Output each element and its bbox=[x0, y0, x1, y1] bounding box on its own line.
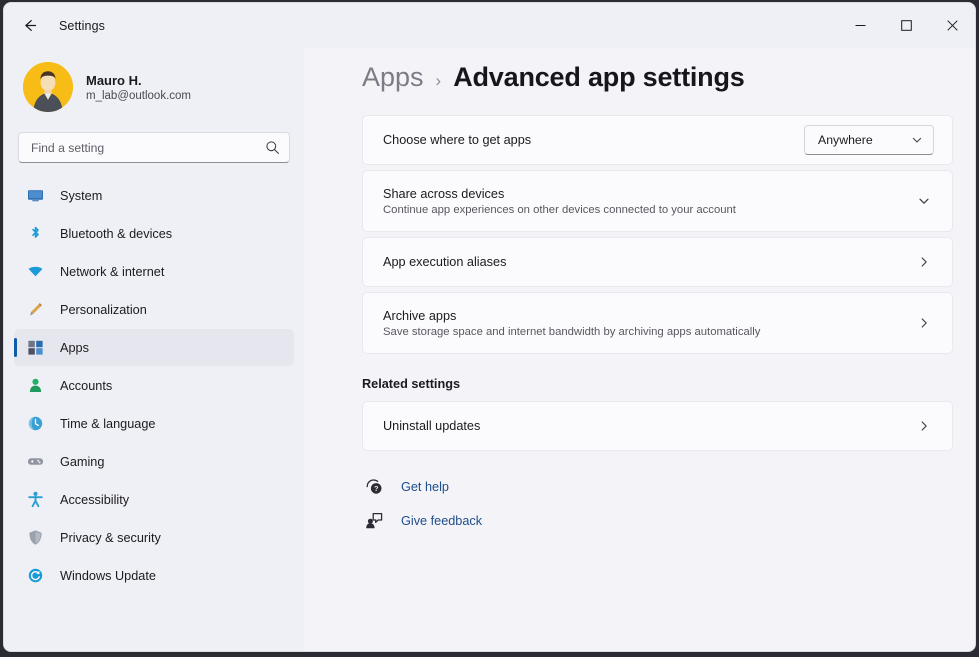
chevron-down-icon bbox=[911, 134, 923, 146]
account-name: Mauro H. bbox=[86, 73, 191, 88]
update-refresh-icon bbox=[26, 567, 44, 585]
dropdown-value: Anywhere bbox=[818, 133, 873, 147]
breadcrumb: Apps › Advanced app settings bbox=[362, 48, 953, 115]
chevron-right-icon[interactable] bbox=[914, 255, 934, 269]
sidebar-item-label: System bbox=[60, 189, 102, 203]
window-body: Mauro H. m_lab@outlook.com bbox=[4, 48, 975, 651]
sidebar-item-label: Privacy & security bbox=[60, 531, 161, 545]
get-apps-source-dropdown[interactable]: Anywhere bbox=[804, 125, 934, 155]
sidebar-item-time-language[interactable]: Time & language bbox=[14, 405, 294, 442]
account-email: m_lab@outlook.com bbox=[86, 90, 191, 102]
sidebar-item-label: Accessibility bbox=[60, 493, 129, 507]
minimize-icon bbox=[855, 20, 866, 31]
sidebar-item-bluetooth-devices[interactable]: Bluetooth & devices bbox=[14, 215, 294, 252]
main-content: Apps › Advanced app settings Choose wher… bbox=[304, 48, 975, 651]
sidebar-item-personalization[interactable]: Personalization bbox=[14, 291, 294, 328]
chevron-right-icon[interactable] bbox=[914, 316, 934, 330]
account-tile[interactable]: Mauro H. m_lab@outlook.com bbox=[14, 52, 294, 122]
back-arrow-icon bbox=[21, 17, 38, 34]
window-title: Settings bbox=[59, 19, 105, 33]
setting-subtitle: Continue app experiences on other device… bbox=[383, 204, 914, 216]
account-text: Mauro H. m_lab@outlook.com bbox=[86, 73, 191, 102]
apps-grid-icon bbox=[26, 339, 44, 357]
give-feedback-link[interactable]: Give feedback bbox=[362, 511, 953, 531]
setting-title: Uninstall updates bbox=[383, 419, 914, 433]
setting-title: Choose where to get apps bbox=[383, 133, 804, 147]
close-icon bbox=[947, 20, 958, 31]
setting-row-text: Archive apps Save storage space and inte… bbox=[383, 309, 914, 338]
paintbrush-icon bbox=[26, 301, 44, 319]
related-settings-heading: Related settings bbox=[362, 377, 953, 391]
setting-row-uninstall-updates[interactable]: Uninstall updates bbox=[362, 401, 953, 451]
sidebar-item-privacy-security[interactable]: Privacy & security bbox=[14, 519, 294, 556]
sidebar-item-windows-update[interactable]: Windows Update bbox=[14, 557, 294, 594]
setting-row-text: Share across devices Continue app experi… bbox=[383, 187, 914, 216]
shield-icon bbox=[26, 529, 44, 547]
sidebar-item-label: Windows Update bbox=[60, 569, 156, 583]
title-bar: Settings bbox=[4, 3, 975, 48]
minimize-button[interactable] bbox=[837, 3, 883, 48]
window-controls bbox=[837, 3, 975, 48]
help-question-icon: ? bbox=[364, 477, 384, 497]
setting-row-text: Choose where to get apps bbox=[383, 133, 804, 147]
search-input[interactable] bbox=[31, 141, 265, 155]
monitor-icon bbox=[26, 187, 44, 205]
chevron-down-icon[interactable] bbox=[914, 194, 934, 208]
sidebar: Mauro H. m_lab@outlook.com bbox=[4, 48, 304, 651]
navigation-list: System Bluetooth & devices bbox=[14, 177, 294, 594]
svg-text:?: ? bbox=[374, 484, 379, 493]
sidebar-item-system[interactable]: System bbox=[14, 177, 294, 214]
setting-row-text: Uninstall updates bbox=[383, 419, 914, 433]
footer-links: ? Get help Give feedback bbox=[362, 477, 953, 531]
link-label: Give feedback bbox=[401, 514, 482, 528]
breadcrumb-parent-link[interactable]: Apps bbox=[362, 62, 424, 93]
bluetooth-icon bbox=[26, 225, 44, 243]
sidebar-item-label: Time & language bbox=[60, 417, 155, 431]
sidebar-item-gaming[interactable]: Gaming bbox=[14, 443, 294, 480]
sidebar-item-apps[interactable]: Apps bbox=[14, 329, 294, 366]
setting-title: Archive apps bbox=[383, 309, 914, 323]
search-icon bbox=[265, 140, 280, 155]
wifi-icon bbox=[26, 263, 44, 281]
page-title: Advanced app settings bbox=[453, 62, 744, 93]
sidebar-item-network-internet[interactable]: Network & internet bbox=[14, 253, 294, 290]
setting-title: App execution aliases bbox=[383, 255, 914, 269]
sidebar-item-accounts[interactable]: Accounts bbox=[14, 367, 294, 404]
chevron-right-icon[interactable] bbox=[914, 419, 934, 433]
clock-globe-icon bbox=[26, 415, 44, 433]
setting-row-archive-apps[interactable]: Archive apps Save storage space and inte… bbox=[362, 292, 953, 354]
breadcrumb-separator-icon: › bbox=[436, 71, 442, 91]
close-button[interactable] bbox=[929, 3, 975, 48]
settings-window: Settings bbox=[3, 2, 976, 652]
sidebar-item-label: Personalization bbox=[60, 303, 147, 317]
sidebar-item-label: Apps bbox=[60, 341, 89, 355]
sidebar-item-accessibility[interactable]: Accessibility bbox=[14, 481, 294, 518]
sidebar-item-label: Network & internet bbox=[60, 265, 164, 279]
sidebar-item-label: Bluetooth & devices bbox=[60, 227, 172, 241]
maximize-button[interactable] bbox=[883, 3, 929, 48]
setting-row-app-execution-aliases[interactable]: App execution aliases bbox=[362, 237, 953, 287]
setting-row-choose-where-to-get-apps[interactable]: Choose where to get apps Anywhere bbox=[362, 115, 953, 165]
link-label: Get help bbox=[401, 480, 449, 494]
setting-row-share-across-devices[interactable]: Share across devices Continue app experi… bbox=[362, 170, 953, 232]
get-help-link[interactable]: ? Get help bbox=[362, 477, 953, 497]
setting-title: Share across devices bbox=[383, 187, 914, 201]
feedback-person-icon bbox=[364, 511, 384, 531]
sidebar-item-label: Accounts bbox=[60, 379, 112, 393]
setting-subtitle: Save storage space and internet bandwidt… bbox=[383, 326, 914, 338]
setting-row-text: App execution aliases bbox=[383, 255, 914, 269]
maximize-icon bbox=[901, 20, 912, 31]
person-icon bbox=[26, 377, 44, 395]
search-box[interactable] bbox=[18, 132, 290, 163]
gamepad-icon bbox=[26, 453, 44, 471]
sidebar-item-label: Gaming bbox=[60, 455, 104, 469]
accessibility-person-icon bbox=[26, 491, 44, 509]
back-button[interactable] bbox=[12, 11, 46, 41]
user-avatar-icon bbox=[23, 62, 73, 112]
